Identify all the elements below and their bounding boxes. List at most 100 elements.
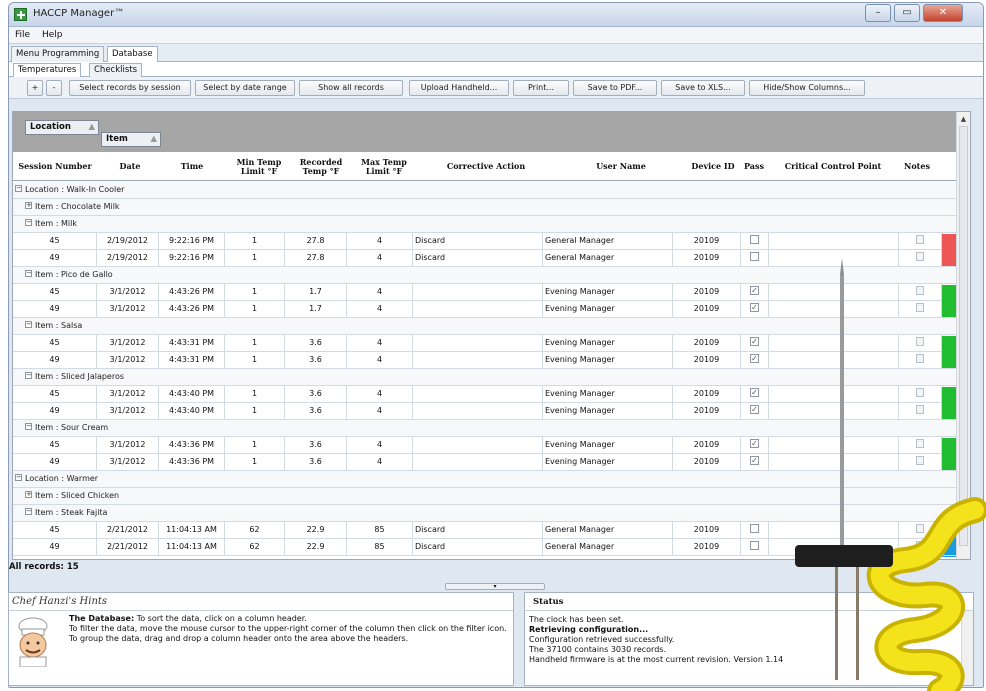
group-row-location[interactable]: − Location : Warmer xyxy=(13,471,957,488)
notes-cell[interactable] xyxy=(899,335,942,351)
notes-icon[interactable] xyxy=(916,303,924,312)
header-date[interactable]: Date xyxy=(101,152,159,181)
notes-cell[interactable] xyxy=(899,284,942,300)
header-notes[interactable]: Notes xyxy=(899,152,935,181)
pass-checkbox[interactable] xyxy=(750,235,759,244)
group-chip-location[interactable]: Location ▲ xyxy=(25,120,99,135)
expand-toggle-icon[interactable]: + xyxy=(25,202,32,209)
pass-checkbox[interactable]: ✓ xyxy=(750,337,759,346)
show-all-records-button[interactable]: Show all records xyxy=(299,80,403,96)
collapse-toggle-icon[interactable]: − xyxy=(25,270,32,277)
notes-icon[interactable] xyxy=(916,524,924,533)
notes-icon[interactable] xyxy=(916,252,924,261)
notes-icon[interactable] xyxy=(916,439,924,448)
group-row-item[interactable]: + Item : Chocolate Milk xyxy=(13,199,957,216)
notes-cell[interactable] xyxy=(899,352,942,368)
header-session-number[interactable]: Session Number xyxy=(13,152,97,181)
pass-cell[interactable] xyxy=(741,250,769,266)
notes-cell[interactable] xyxy=(899,539,942,555)
header-recorded-temp[interactable]: Recorded Temp °F xyxy=(295,152,347,181)
status-scrollbar[interactable] xyxy=(961,611,973,685)
select-by-date-range-button[interactable]: Select by date range xyxy=(195,80,295,96)
panel-splitter[interactable]: ▾ xyxy=(445,583,545,590)
pass-checkbox[interactable]: ✓ xyxy=(750,286,759,295)
pass-checkbox[interactable]: ✓ xyxy=(750,405,759,414)
notes-cell[interactable] xyxy=(899,301,942,317)
hide-show-columns-button[interactable]: Hide/Show Columns... xyxy=(749,80,865,96)
pass-cell[interactable]: ✓ xyxy=(741,386,769,402)
table-row[interactable]: 49 3/1/2012 4:43:26 PM 1 1.7 4 Evening Manager… xyxy=(13,301,957,318)
header-min-temp[interactable]: Min Temp Limit °F xyxy=(235,152,283,181)
pass-cell[interactable] xyxy=(741,539,769,555)
header-user-name[interactable]: User Name xyxy=(561,152,681,181)
pass-cell[interactable]: ✓ xyxy=(741,284,769,300)
expand-all-button[interactable]: + xyxy=(27,80,43,96)
notes-cell[interactable] xyxy=(899,522,942,538)
collapse-toggle-icon[interactable]: − xyxy=(15,185,22,192)
notes-cell[interactable] xyxy=(899,437,942,453)
group-row-item[interactable]: − Item : Salsa xyxy=(13,318,957,335)
table-row[interactable]: 49 3/1/2012 4:43:40 PM 1 3.6 4 Evening Manager… xyxy=(13,403,957,420)
notes-icon[interactable] xyxy=(916,235,924,244)
tab-database[interactable]: Database xyxy=(107,46,158,63)
table-row[interactable]: 49 3/1/2012 4:43:31 PM 1 3.6 4 Evening Manager… xyxy=(13,352,957,369)
pass-cell[interactable] xyxy=(741,522,769,538)
close-button[interactable]: ✕ xyxy=(923,4,963,22)
pass-cell[interactable]: ✓ xyxy=(741,403,769,419)
header-time[interactable]: Time xyxy=(163,152,221,181)
pass-cell[interactable]: ✓ xyxy=(741,454,769,470)
print-button[interactable]: Print... xyxy=(513,80,569,96)
scrollbar-thumb[interactable] xyxy=(959,126,968,546)
select-by-session-button[interactable]: Select records by session xyxy=(69,80,191,96)
pass-cell[interactable] xyxy=(741,233,769,249)
header-pass[interactable]: Pass xyxy=(741,152,767,181)
collapse-toggle-icon[interactable]: − xyxy=(25,508,32,515)
notes-cell[interactable] xyxy=(899,403,942,419)
header-device-id[interactable]: Device ID xyxy=(685,152,741,181)
pass-cell[interactable]: ✓ xyxy=(741,335,769,351)
collapse-toggle-icon[interactable]: − xyxy=(25,321,32,328)
pass-cell[interactable]: ✓ xyxy=(741,437,769,453)
upload-handheld-button[interactable]: Upload Handheld... xyxy=(409,80,509,96)
group-row-item[interactable]: − Item : Sliced Jalaperos xyxy=(13,369,957,386)
pass-checkbox[interactable]: ✓ xyxy=(750,354,759,363)
notes-icon[interactable] xyxy=(916,388,924,397)
notes-icon[interactable] xyxy=(916,286,924,295)
table-row[interactable]: 45 2/21/2012 11:04:13 AM 62 22.9 85 Discard Gen… xyxy=(13,522,957,539)
minimize-button[interactable]: – xyxy=(865,4,891,22)
collapse-toggle-icon[interactable]: − xyxy=(15,474,22,481)
pass-checkbox[interactable]: ✓ xyxy=(750,456,759,465)
notes-cell[interactable] xyxy=(899,233,942,249)
notes-icon[interactable] xyxy=(916,405,924,414)
group-row-item[interactable]: − Item : Pico de Gallo xyxy=(13,267,957,284)
expand-toggle-icon[interactable]: + xyxy=(25,491,32,498)
notes-icon[interactable] xyxy=(916,456,924,465)
pass-checkbox[interactable]: ✓ xyxy=(750,303,759,312)
notes-icon[interactable] xyxy=(916,541,924,550)
table-row[interactable]: 45 3/1/2012 4:43:31 PM 1 3.6 4 Evening Manager… xyxy=(13,335,957,352)
save-to-pdf-button[interactable]: Save to PDF... xyxy=(573,80,657,96)
menu-file[interactable]: File xyxy=(15,27,30,43)
tab-temperatures[interactable]: Temperatures xyxy=(13,63,82,77)
table-row[interactable]: 49 2/21/2012 11:04:13 AM 62 22.9 85 Discard Gen… xyxy=(13,539,957,556)
notes-icon[interactable] xyxy=(916,354,924,363)
save-to-xls-button[interactable]: Save to XLS... xyxy=(661,80,745,96)
tab-checklists[interactable]: Checklists xyxy=(89,63,143,77)
collapse-toggle-icon[interactable]: − xyxy=(25,423,32,430)
table-row[interactable]: 45 3/1/2012 4:43:36 PM 1 3.6 4 Evening Manager… xyxy=(13,437,957,454)
grid-vertical-scrollbar[interactable]: ▲ xyxy=(956,112,970,559)
collapse-toggle-icon[interactable]: − xyxy=(25,372,32,379)
header-max-temp[interactable]: Max Temp Limit °F xyxy=(357,152,411,181)
collapse-toggle-icon[interactable]: − xyxy=(25,219,32,226)
table-row[interactable]: 45 3/1/2012 4:43:40 PM 1 3.6 4 Evening Manager… xyxy=(13,386,957,403)
table-row[interactable]: 49 2/19/2012 9:22:16 PM 1 27.8 4 Discard Genera… xyxy=(13,250,957,267)
group-row-item[interactable]: − Item : Milk xyxy=(13,216,957,233)
pass-checkbox[interactable] xyxy=(750,524,759,533)
notes-cell[interactable] xyxy=(899,454,942,470)
header-critical-control-point[interactable]: Critical Control Point xyxy=(773,152,893,181)
group-row-location[interactable]: − Location : Walk-In Cooler xyxy=(13,182,957,199)
table-row[interactable]: 49 3/1/2012 4:43:36 PM 1 3.6 4 Evening Manager… xyxy=(13,454,957,471)
table-row[interactable]: 45 2/19/2012 9:22:16 PM 1 27.8 4 Discard Genera… xyxy=(13,233,957,250)
pass-cell[interactable]: ✓ xyxy=(741,301,769,317)
pass-checkbox[interactable] xyxy=(750,541,759,550)
